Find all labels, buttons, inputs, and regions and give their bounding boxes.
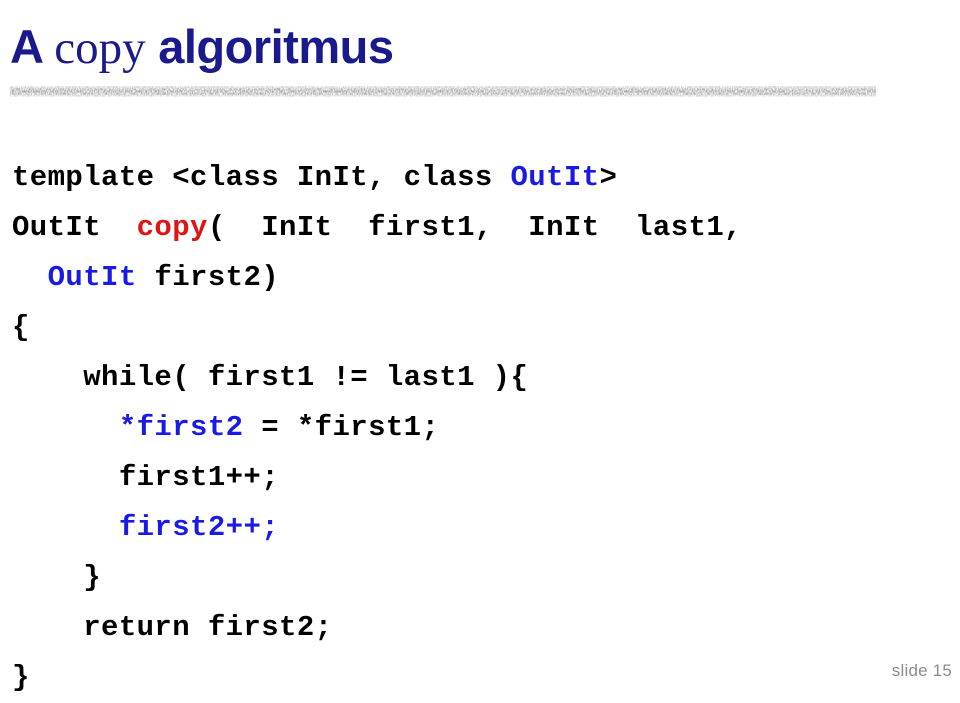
- code-line: {: [12, 303, 957, 353]
- code-line: *first2 = *first1;: [12, 403, 957, 453]
- code-token: = *first1;: [243, 411, 440, 444]
- code-token: OutIt: [12, 211, 137, 244]
- code-line: OutIt copy( InIt first1, InIt last1,: [12, 203, 957, 253]
- code-token: template <class InIt, class: [12, 161, 511, 194]
- code-token: while( first1 != last1 ){: [12, 361, 529, 394]
- code-token: }: [12, 661, 30, 694]
- code-line: return first2;: [12, 603, 957, 653]
- code-token: OutIt: [47, 261, 137, 294]
- code-line: first2++;: [12, 503, 957, 553]
- code-token: ( InIt first1, InIt last1,: [207, 211, 742, 244]
- page-title-suffix: algoritmus: [145, 20, 394, 74]
- code-token: OutIt: [510, 161, 600, 194]
- code-token: first2): [136, 261, 280, 294]
- page-title-prefix: A: [10, 20, 55, 74]
- code-line: while( first1 != last1 ){: [12, 353, 957, 403]
- code-listing: template <class InIt, class OutIt> OutIt …: [12, 153, 957, 703]
- code-token: }: [12, 561, 102, 594]
- slide-canvas: { "slide": { "title": { "part_plain_1": …: [0, 0, 960, 694]
- page-title: A copy algoritmus: [10, 23, 950, 72]
- code-token: first2++;: [118, 511, 280, 544]
- code-token: first1++;: [12, 461, 280, 494]
- code-line: OutIt first2): [12, 253, 957, 303]
- code-token: return first2;: [12, 611, 333, 644]
- slide-number: slide 15: [891, 661, 952, 680]
- page-title-code-term: copy: [54, 22, 146, 75]
- textured-rule-icon: [10, 86, 876, 97]
- code-line: template <class InIt, class OutIt>: [12, 153, 957, 203]
- code-line: first1++;: [12, 453, 957, 503]
- title-divider: [10, 86, 876, 97]
- code-token: *first2: [118, 411, 244, 444]
- code-token: copy: [136, 211, 208, 244]
- code-line: }: [12, 653, 957, 703]
- code-line: }: [12, 553, 957, 603]
- code-token: {: [12, 311, 30, 344]
- code-token: >: [599, 161, 618, 194]
